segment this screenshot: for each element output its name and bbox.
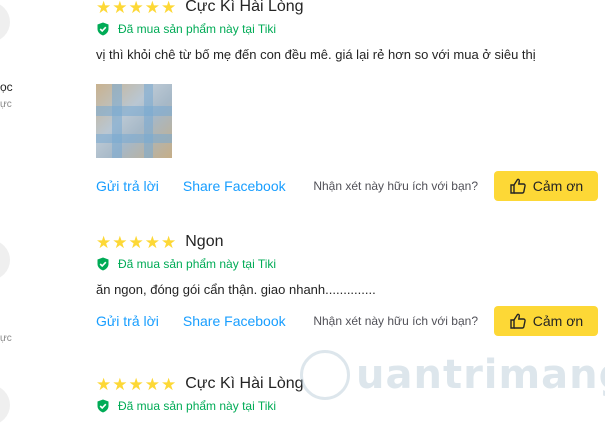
- reviewer-avatar: [0, 385, 10, 425]
- reviewer-sub-snippet: ực: [0, 99, 12, 110]
- star-icon: ★: [161, 374, 177, 394]
- star-icon: ★: [161, 0, 177, 17]
- review-actions: Gửi trả lời Share Facebook Nhận xét này …: [96, 306, 601, 336]
- star-icon: ★: [96, 374, 112, 394]
- helpful-question: Nhận xét này hữu ích với bạn?: [313, 314, 478, 328]
- watermark-text: uantrimang: [356, 352, 605, 398]
- reviewer-sub-snippet: ực: [0, 333, 12, 344]
- star-icon: ★: [96, 0, 112, 17]
- review-title: Cực Kì Hài Lòng: [185, 0, 304, 15]
- star-icon: ★: [128, 0, 144, 17]
- review-actions: Gửi trả lời Share Facebook Nhận xét này …: [96, 171, 601, 201]
- watermark-logo: [300, 350, 350, 400]
- helpful-question: Nhận xét này hữu ích với bạn?: [313, 179, 478, 193]
- star-icon: ★: [144, 374, 160, 394]
- star-icon: ★: [144, 0, 160, 17]
- verified-label: Đã mua sản phẩm này tại Tiki: [118, 257, 277, 271]
- reviewer-avatar: [0, 240, 10, 280]
- shield-check-icon: [97, 22, 109, 36]
- star-icon: ★: [144, 232, 160, 252]
- share-facebook-link[interactable]: Share Facebook: [183, 313, 286, 329]
- reply-link[interactable]: Gửi trả lời: [96, 313, 159, 329]
- thumbs-up-icon: [510, 313, 526, 329]
- verified-purchase: Đã mua sản phẩm này tại Tiki: [96, 21, 601, 37]
- star-icon: ★: [112, 0, 128, 17]
- star-icon: ★: [128, 232, 144, 252]
- star-icon: ★: [161, 232, 177, 252]
- verified-purchase: Đã mua sản phẩm này tại Tiki: [96, 256, 601, 272]
- review-title: Ngon: [185, 233, 224, 250]
- thanks-button[interactable]: Cảm ơn: [494, 171, 598, 201]
- thanks-label: Cảm ơn: [532, 178, 584, 194]
- reviewer-rail: ọc ực ực: [0, 0, 60, 425]
- review-content: ăn ngon, đóng gói cẩn thận. giao nhanh..…: [96, 282, 376, 297]
- thumbs-up-icon: [510, 178, 526, 194]
- thanks-label: Cảm ơn: [532, 313, 584, 329]
- star-rating: ★ ★ ★ ★ ★: [96, 234, 176, 251]
- star-icon: ★: [96, 232, 112, 252]
- star-rating: ★ ★ ★ ★ ★: [96, 376, 176, 393]
- reply-link[interactable]: Gửi trả lời: [96, 178, 159, 194]
- reviewer-name-snippet: ọc: [0, 80, 13, 94]
- verified-label: Đã mua sản phẩm này tại Tiki: [118, 22, 277, 36]
- star-icon: ★: [112, 374, 128, 394]
- shield-check-icon: [97, 399, 109, 413]
- verified-purchase: Đã mua sản phẩm này tại Tiki: [96, 398, 601, 414]
- share-facebook-link[interactable]: Share Facebook: [183, 178, 286, 194]
- review-card: ★ ★ ★ ★ ★ Ngon Đã mua sản phẩm này tại T…: [96, 232, 601, 297]
- site-watermark: uantrimang: [300, 350, 605, 400]
- verified-label: Đã mua sản phẩm này tại Tiki: [118, 399, 277, 413]
- review-card: ★ ★ ★ ★ ★ Cực Kì Hài Lòng Đã mua sản phẩ…: [96, 0, 601, 158]
- star-icon: ★: [128, 374, 144, 394]
- thanks-button[interactable]: Cảm ơn: [494, 306, 598, 336]
- star-rating: ★ ★ ★ ★ ★: [96, 0, 176, 16]
- review-photo[interactable]: [96, 84, 172, 158]
- star-icon: ★: [112, 232, 128, 252]
- reviewer-avatar: [0, 2, 10, 42]
- review-content: vị thì khỏi chê từ bố mẹ đến con đều mê.…: [96, 47, 536, 62]
- review-title: Cực Kì Hài Lòng: [185, 375, 304, 392]
- shield-check-icon: [97, 257, 109, 271]
